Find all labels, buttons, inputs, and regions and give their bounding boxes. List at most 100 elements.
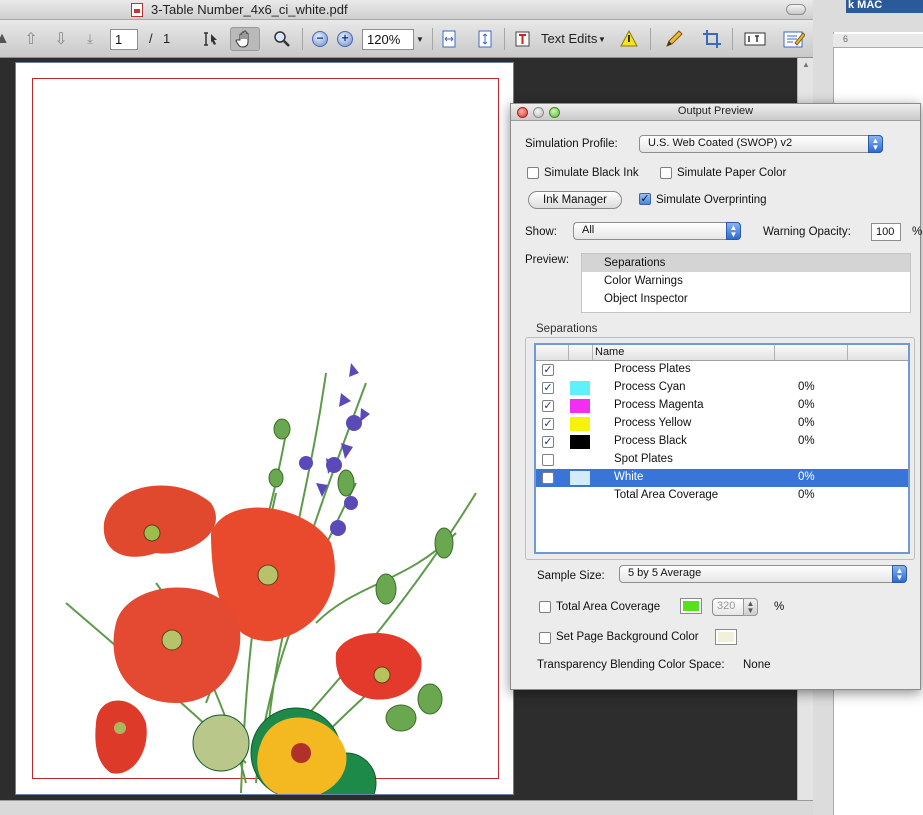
separation-row[interactable]: ✓ Process Black 0% [536, 433, 908, 451]
warning-opacity-label: Warning Opacity: [763, 226, 851, 238]
column-header-color[interactable] [569, 345, 593, 360]
last-page-icon[interactable]: ⤓ [80, 27, 100, 51]
text-edits-menu[interactable]: Text Edits [541, 31, 597, 46]
separation-row[interactable]: ✓ Process Cyan 0% [536, 379, 908, 397]
popup-arrows-icon: ▲ ▼ [892, 565, 907, 583]
crop-tool-icon[interactable] [700, 27, 724, 51]
ruler: 6 [833, 34, 923, 48]
zoom-level-field[interactable]: 120% [362, 29, 414, 50]
separation-row[interactable]: White 0% [536, 469, 908, 487]
previous-page-icon[interactable]: ⇧ [20, 27, 42, 51]
separation-visible-checkbox[interactable]: ✓ [542, 436, 554, 448]
warning-opacity-input[interactable]: 100 [871, 223, 901, 241]
separation-row[interactable]: ✓ Process Plates [536, 361, 908, 379]
separation-row[interactable]: ✓ Process Yellow 0% [536, 415, 908, 433]
zoom-out-icon[interactable]: − [312, 31, 328, 47]
separation-visible-checkbox[interactable]: ✓ [542, 418, 554, 430]
column-header-coverage[interactable] [775, 345, 848, 360]
separation-visible-checkbox[interactable] [542, 454, 554, 466]
simulation-profile-value: U.S. Web Coated (SWOP) v2 [648, 137, 793, 149]
blending-space-value: None [743, 659, 771, 671]
page-background-color-swatch[interactable] [715, 629, 737, 645]
larkspur-flowers [299, 363, 370, 536]
text-edits-dropdown-icon[interactable]: ▼ [596, 27, 608, 51]
zoom-tool-icon[interactable] [270, 27, 294, 51]
warning-opacity-unit: % [912, 226, 923, 238]
preview-item-separations[interactable]: Separations [582, 254, 910, 272]
preview-item-object-inspector[interactable]: Object Inspector [582, 290, 910, 308]
separation-coverage: 0% [798, 489, 815, 501]
simulation-profile-label: Simulation Profile: [525, 138, 618, 150]
separations-group-label: Separations [536, 323, 598, 335]
first-page-icon[interactable]: ▲ [0, 27, 10, 51]
dialog-titlebar: Output Preview [511, 104, 920, 121]
next-page-icon[interactable]: ⇩ [50, 27, 72, 51]
tac-color-swatch[interactable] [680, 598, 702, 614]
zoom-in-icon[interactable]: + [337, 31, 353, 47]
column-header-name[interactable]: Name [593, 345, 775, 360]
scroll-up-arrow-icon[interactable]: ▲ [802, 60, 810, 69]
popup-arrows-icon: ▲ ▼ [868, 135, 883, 153]
column-header-extra[interactable] [848, 345, 908, 360]
separation-coverage: 0% [798, 435, 815, 447]
separation-visible-checkbox[interactable]: ✓ [542, 382, 554, 394]
blending-space-label: Transparency Blending Color Space: [537, 659, 725, 671]
fit-page-icon[interactable] [474, 27, 496, 51]
preview-label: Preview: [525, 254, 570, 266]
separation-name: White [614, 471, 644, 483]
pencil-icon[interactable] [662, 27, 686, 51]
sample-size-select[interactable]: 5 by 5 Average ▲ ▼ [619, 565, 907, 583]
text-edits-icon[interactable] [512, 27, 534, 51]
simulate-overprinting-checkbox[interactable]: ✓ [639, 193, 651, 205]
background-window-titlebar: k MAC [846, 0, 923, 13]
window-titlebar: 3-Table Number_4x6_ci_white.pdf [0, 0, 813, 20]
simulation-profile-select[interactable]: U.S. Web Coated (SWOP) v2 ▲ ▼ [639, 135, 883, 153]
show-select[interactable]: All ▲ ▼ [573, 222, 741, 240]
ink-manager-button[interactable]: Ink Manager [528, 191, 622, 209]
horizontal-scrollbar[interactable] [0, 800, 813, 815]
separation-row[interactable]: Total Area Coverage 0% [536, 487, 908, 505]
flower-illustration [65, 363, 477, 794]
text-field-tool-icon[interactable] [742, 27, 768, 51]
total-area-coverage-label: Total Area Coverage [556, 601, 661, 613]
simulate-black-ink-label: Simulate Black Ink [544, 167, 639, 179]
separation-name: Spot Plates [614, 453, 673, 465]
pdf-page [15, 62, 514, 795]
separation-visible-checkbox[interactable] [542, 472, 554, 484]
simulate-paper-color-checkbox[interactable] [660, 167, 672, 179]
hand-tool-icon[interactable] [230, 27, 260, 51]
separation-row[interactable]: ✓ Process Magenta 0% [536, 397, 908, 415]
toolbar-separator [650, 28, 651, 50]
form-edit-icon[interactable] [780, 27, 808, 51]
simulate-black-ink-checkbox[interactable] [527, 167, 539, 179]
page-separator: / [149, 31, 153, 46]
ruler-mark: 6 [843, 34, 849, 44]
tac-value: 320 [717, 600, 736, 612]
separation-coverage: 0% [798, 417, 815, 429]
background-window-title: k MAC [848, 0, 883, 11]
set-page-background-checkbox[interactable] [539, 632, 551, 644]
dialog-title: Output Preview [677, 105, 754, 117]
toolbar-separator [504, 28, 505, 50]
fit-width-icon[interactable] [438, 27, 460, 51]
simulate-overprinting-label: Simulate Overprinting [656, 194, 767, 206]
separation-row[interactable]: Spot Plates [536, 451, 908, 469]
tac-color-fill [683, 601, 699, 611]
toolbar-toggle-button[interactable] [786, 4, 806, 15]
separation-name: Total Area Coverage [614, 489, 719, 501]
separation-visible-checkbox[interactable]: ✓ [542, 364, 554, 376]
column-header-visible[interactable] [536, 345, 569, 360]
zoom-dropdown-icon[interactable]: ▼ [414, 27, 426, 51]
page-number-input[interactable]: 1 [110, 29, 138, 50]
separations-table: Name ✓ Process Plates ✓ Process Cyan 0% ✓ Proc… [534, 343, 910, 554]
separation-color-swatch [570, 417, 590, 431]
total-area-coverage-checkbox[interactable] [539, 601, 551, 613]
separation-visible-checkbox[interactable]: ✓ [542, 400, 554, 412]
tac-value-select[interactable]: 320 ▲ ▼ [712, 598, 758, 616]
select-text-tool-icon[interactable] [199, 27, 221, 51]
preview-item-color-warnings[interactable]: Color Warnings [582, 272, 910, 290]
sticky-note-icon[interactable] [616, 27, 642, 51]
sample-size-value: 5 by 5 Average [628, 567, 702, 579]
output-preview-dialog: Output Preview Simulation Profile: U.S. … [510, 103, 923, 690]
page-background-color-fill [718, 632, 734, 642]
